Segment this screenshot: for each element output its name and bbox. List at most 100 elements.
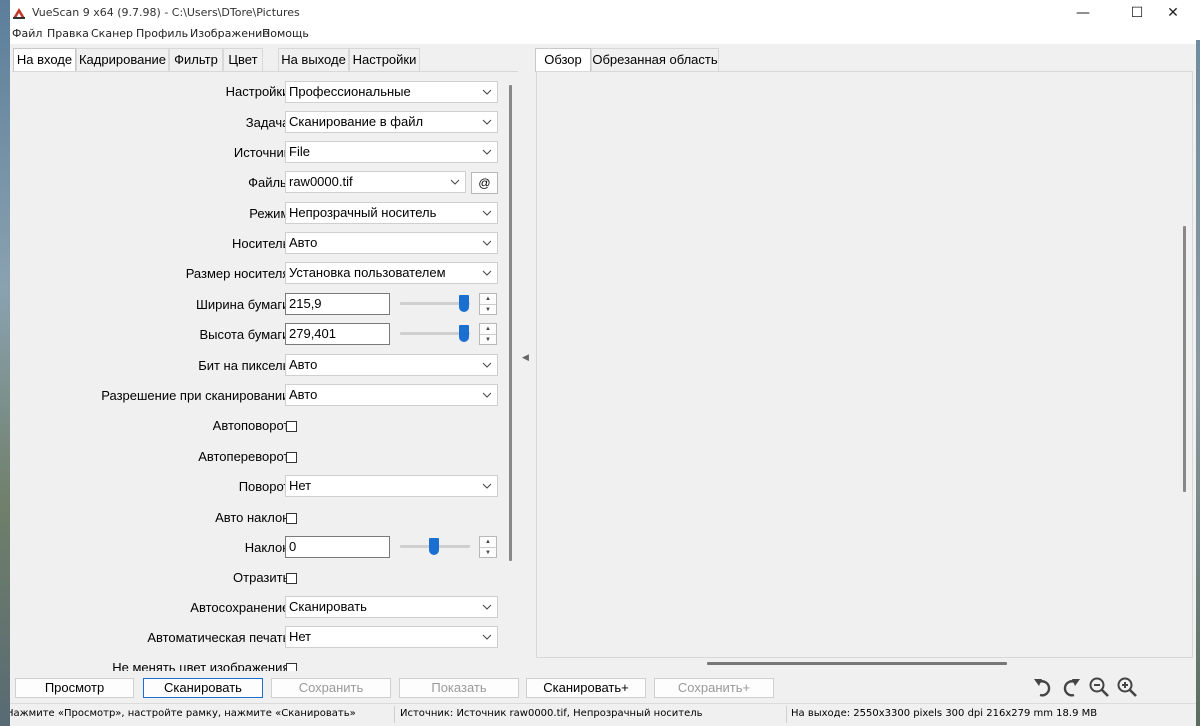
- keep-color-checkbox[interactable]: [286, 663, 297, 671]
- zoom-in-icon[interactable]: [1115, 675, 1139, 699]
- skew-input[interactable]: 0: [285, 536, 390, 558]
- input-settings-panel: Настройки: Профессиональные Задача: Скан…: [12, 71, 518, 671]
- paper-height-input[interactable]: 279,401: [285, 323, 390, 345]
- bits-combo[interactable]: Авто: [285, 354, 498, 376]
- files-at-button[interactable]: @: [471, 172, 498, 194]
- rotation-combo[interactable]: Нет: [285, 475, 498, 497]
- minimize-button[interactable]: —: [1060, 0, 1106, 26]
- spin-up-icon[interactable]: ▲: [480, 537, 496, 547]
- close-button[interactable]: ✕: [1150, 0, 1196, 26]
- paper-width-slider-thumb[interactable]: [459, 295, 469, 312]
- auto-print-combo[interactable]: Нет: [285, 626, 498, 648]
- chevron-down-icon: [450, 179, 460, 185]
- save-plus-button[interactable]: Сохранить+: [654, 678, 774, 698]
- rotate-left-icon[interactable]: [1031, 675, 1055, 699]
- paper-width-spinner[interactable]: ▲ ▼: [479, 293, 497, 315]
- menu-image[interactable]: Изображение: [190, 27, 269, 40]
- auto-skew-checkbox[interactable]: [286, 513, 297, 524]
- skew-slider-thumb[interactable]: [429, 538, 439, 555]
- scan-plus-button[interactable]: Сканировать+: [526, 678, 646, 698]
- auto-flip-label: Автопереворот:: [198, 449, 293, 464]
- scan-button[interactable]: Сканировать: [143, 678, 263, 698]
- chevron-down-icon: [482, 149, 492, 155]
- vuescan-window: VueScan 9 x64 (9.7.98) - C:\Users\DTore\…: [0, 0, 1200, 726]
- chevron-down-icon: [482, 119, 492, 125]
- auto-print-label: Автоматическая печать:: [147, 630, 293, 645]
- media-size-combo[interactable]: Установка пользователем: [285, 262, 498, 284]
- paper-height-slider-thumb[interactable]: [459, 325, 469, 342]
- show-button[interactable]: Показать: [399, 678, 519, 698]
- menu-profile[interactable]: Профиль: [136, 27, 188, 40]
- rotate-right-icon[interactable]: [1059, 675, 1083, 699]
- files-value: raw0000.tif: [289, 174, 353, 189]
- tab-crop[interactable]: Кадрирование: [76, 48, 169, 71]
- menu-scanner[interactable]: Сканер: [91, 27, 133, 40]
- task-combo[interactable]: Сканирование в файл: [285, 111, 498, 133]
- paper-height-spinner[interactable]: ▲ ▼: [479, 323, 497, 345]
- spin-down-icon[interactable]: ▼: [480, 304, 496, 314]
- paper-width-label: Ширина бумаги:: [196, 297, 293, 312]
- tab-filter[interactable]: Фильтр: [169, 48, 223, 71]
- save-button[interactable]: Сохранить: [271, 678, 391, 698]
- chevron-down-icon: [482, 210, 492, 216]
- spin-down-icon[interactable]: ▼: [480, 334, 496, 344]
- auto-skew-label: Авто наклон:: [215, 510, 293, 525]
- paper-width-input[interactable]: 215,9: [285, 293, 390, 315]
- chevron-down-icon: [482, 392, 492, 398]
- spin-up-icon[interactable]: ▲: [480, 324, 496, 334]
- paper-height-label: Высота бумаги:: [199, 327, 293, 342]
- vuescan-app-icon: [13, 8, 25, 19]
- media-size-value: Установка пользователем: [289, 265, 446, 280]
- window-title: VueScan 9 x64 (9.7.98) - C:\Users\DTore\…: [32, 6, 300, 19]
- preview-area[interactable]: [536, 71, 1193, 658]
- auto-save-label: Автосохранение:: [190, 600, 293, 615]
- auto-flip-checkbox[interactable]: [286, 452, 297, 463]
- task-value: Сканирование в файл: [289, 114, 424, 129]
- media-value: Авто: [289, 235, 318, 250]
- source-value: File: [289, 144, 310, 159]
- preview-button[interactable]: Просмотр: [15, 678, 134, 698]
- chevron-down-icon: [482, 634, 492, 640]
- menu-help[interactable]: Помощь: [262, 27, 309, 40]
- preview-horizontal-scrollbar[interactable]: [707, 662, 1007, 665]
- tab-prefs[interactable]: Настройки: [349, 48, 420, 71]
- tab-preview[interactable]: Обзор: [535, 48, 591, 72]
- collapse-panel-icon[interactable]: ◀: [522, 352, 529, 363]
- files-combo[interactable]: raw0000.tif: [285, 171, 466, 193]
- preset-combo[interactable]: Профессиональные: [285, 81, 498, 103]
- left-panel-scrollbar[interactable]: [509, 85, 512, 561]
- tab-color[interactable]: Цвет: [223, 48, 263, 71]
- bits-value: Авто: [289, 357, 318, 372]
- auto-rotate-checkbox[interactable]: [286, 421, 297, 432]
- skew-spinner[interactable]: ▲ ▼: [479, 536, 497, 558]
- status-separator: [394, 706, 395, 723]
- source-combo[interactable]: File: [285, 141, 498, 163]
- chevron-down-icon: [482, 604, 492, 610]
- menu-edit[interactable]: Правка: [47, 27, 89, 40]
- zoom-out-icon[interactable]: [1087, 675, 1111, 699]
- resolution-combo[interactable]: Авто: [285, 384, 498, 406]
- mode-value: Непрозрачный носитель: [289, 205, 437, 220]
- auto-save-combo[interactable]: Сканировать: [285, 596, 498, 618]
- tab-cropped-area[interactable]: Обрезанная область: [591, 48, 719, 71]
- tab-output[interactable]: На выходе: [278, 48, 349, 71]
- preview-vertical-scrollbar[interactable]: [1183, 226, 1186, 492]
- spin-up-icon[interactable]: ▲: [480, 294, 496, 304]
- mirror-checkbox[interactable]: [286, 573, 297, 584]
- spin-down-icon[interactable]: ▼: [480, 547, 496, 557]
- auto-print-value: Нет: [289, 629, 312, 644]
- keep-color-label: Не менять цвет изображения:: [112, 660, 293, 671]
- mode-combo[interactable]: Непрозрачный носитель: [285, 202, 498, 224]
- menu-file[interactable]: Файл: [12, 27, 42, 40]
- media-combo[interactable]: Авто: [285, 232, 498, 254]
- auto-rotate-label: Автоповорот:: [212, 418, 293, 433]
- mirror-label: Отразить:: [233, 570, 293, 585]
- preset-value: Профессиональные: [289, 84, 411, 99]
- title-bar: VueScan 9 x64 (9.7.98) - C:\Users\DTore\…: [0, 0, 1200, 26]
- chevron-down-icon: [482, 362, 492, 368]
- resolution-label: Разрешение при сканировании:: [101, 388, 293, 403]
- auto-save-value: Сканировать: [289, 599, 367, 614]
- tab-input[interactable]: На входе: [13, 48, 76, 72]
- resolution-value: Авто: [289, 387, 318, 402]
- status-source: Источник: Источник raw0000.tif, Непрозра…: [400, 708, 703, 719]
